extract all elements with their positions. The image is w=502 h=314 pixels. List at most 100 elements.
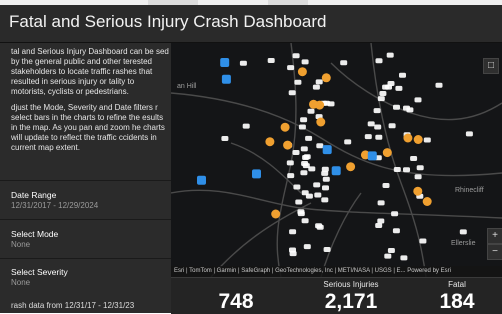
car-crash-icon[interactable] [314,192,322,198]
car-crash-icon[interactable] [419,238,427,244]
select-severity-filter[interactable]: Select Severity None [0,258,171,297]
car-crash-icon[interactable] [288,90,296,96]
car-crash-icon[interactable] [316,143,324,149]
car-crash-icon[interactable] [287,173,295,179]
pedestrian-crash-icon[interactable] [321,73,331,83]
car-crash-icon[interactable] [322,176,330,182]
car-crash-icon[interactable] [302,155,310,160]
zoom-out-button[interactable]: − [487,244,502,260]
car-crash-icon[interactable] [377,96,385,102]
car-crash-icon[interactable] [312,84,320,90]
car-crash-icon[interactable] [374,124,382,130]
cyclist-crash-icon[interactable] [197,175,206,185]
car-crash-icon[interactable] [423,137,431,143]
car-crash-icon[interactable] [289,229,297,235]
car-crash-icon[interactable] [410,156,418,161]
car-crash-icon[interactable] [315,79,323,85]
car-crash-icon[interactable] [221,136,229,141]
car-crash-icon[interactable] [300,170,308,176]
car-crash-icon[interactable] [300,146,308,152]
car-crash-icon[interactable] [395,85,403,91]
car-crash-icon[interactable] [315,223,323,229]
car-crash-icon[interactable] [414,174,422,180]
pedestrian-crash-icon[interactable] [309,99,318,109]
car-crash-icon[interactable] [301,218,309,224]
car-crash-icon[interactable] [367,121,375,127]
car-crash-icon[interactable] [414,97,422,103]
car-crash-icon[interactable] [293,184,301,190]
car-crash-icon[interactable] [406,107,414,113]
car-crash-icon[interactable] [386,52,394,58]
bookmark-icon[interactable]: □ [483,58,499,74]
car-crash-icon[interactable] [392,228,400,234]
car-crash-icon[interactable] [242,123,250,129]
pedestrian-crash-icon[interactable] [413,186,423,196]
car-crash-icon[interactable] [292,150,300,155]
car-crash-icon[interactable] [459,229,467,235]
pedestrian-crash-icon[interactable] [283,140,293,150]
cyclist-crash-icon[interactable] [367,151,377,161]
car-crash-icon[interactable] [387,248,395,253]
car-crash-icon[interactable] [301,161,309,166]
pedestrian-crash-icon[interactable] [297,67,307,77]
car-crash-icon[interactable] [289,247,296,253]
car-crash-icon[interactable] [295,199,303,205]
car-crash-icon[interactable] [465,131,473,137]
pedestrian-crash-icon[interactable] [280,122,290,132]
car-crash-icon[interactable] [377,200,385,206]
car-crash-icon[interactable] [297,211,305,217]
car-crash-icon[interactable] [375,223,383,228]
car-crash-icon[interactable] [393,104,400,110]
car-crash-icon[interactable] [321,197,329,203]
cyclist-crash-icon[interactable] [322,145,332,155]
car-crash-icon[interactable] [400,255,408,261]
pedestrian-crash-icon[interactable] [271,209,281,219]
car-crash-icon[interactable] [388,123,396,129]
car-crash-icon[interactable] [298,124,306,130]
date-range-filter[interactable]: Date Range 12/31/2017 - 12/29/2024 [0,180,171,219]
car-crash-icon[interactable] [340,60,348,66]
car-crash-icon[interactable] [344,139,352,145]
car-crash-icon[interactable] [375,134,383,140]
car-crash-icon[interactable] [303,244,311,250]
cyclist-crash-icon[interactable] [252,169,261,179]
car-crash-icon[interactable] [323,247,331,252]
cyclist-crash-icon[interactable] [220,58,230,67]
pedestrian-crash-icon[interactable] [316,117,326,127]
car-crash-icon[interactable] [239,60,247,66]
car-crash-icon[interactable] [305,193,313,199]
pedestrian-crash-icon[interactable] [382,148,392,158]
car-crash-icon[interactable] [301,59,309,65]
car-crash-icon[interactable] [308,166,316,172]
car-crash-icon[interactable] [382,84,390,90]
cyclist-crash-icon[interactable] [331,166,341,176]
cyclist-crash-icon[interactable] [221,74,231,84]
car-crash-icon[interactable] [393,167,401,172]
car-crash-icon[interactable] [373,108,381,114]
car-crash-icon[interactable] [322,185,329,191]
car-crash-icon[interactable] [379,91,387,96]
car-crash-icon[interactable] [384,253,392,259]
car-crash-icon[interactable] [399,72,406,78]
select-mode-filter[interactable]: Select Mode None [0,219,171,258]
car-crash-icon[interactable] [307,108,315,114]
car-crash-icon[interactable] [364,134,372,140]
car-crash-icon[interactable] [377,218,385,224]
car-crash-icon[interactable] [403,167,410,173]
car-crash-icon[interactable] [327,101,335,107]
pedestrian-crash-icon[interactable] [265,137,275,147]
pedestrian-crash-icon[interactable] [422,197,432,206]
car-crash-icon[interactable] [382,183,390,188]
car-crash-icon[interactable] [391,211,399,217]
car-crash-icon[interactable] [305,135,313,141]
car-crash-icon[interactable] [286,160,294,166]
car-crash-icon[interactable] [416,165,424,171]
car-crash-icon[interactable] [321,166,329,172]
car-crash-icon[interactable] [313,182,321,188]
crash-map[interactable]: an Hill Rhinecliff Ellerslie □ + − Esri … [171,43,502,277]
car-crash-icon[interactable] [300,117,308,123]
pedestrian-crash-icon[interactable] [413,135,423,144]
car-crash-icon[interactable] [294,79,302,85]
pedestrian-crash-icon[interactable] [346,162,356,172]
car-crash-icon[interactable] [435,82,443,88]
